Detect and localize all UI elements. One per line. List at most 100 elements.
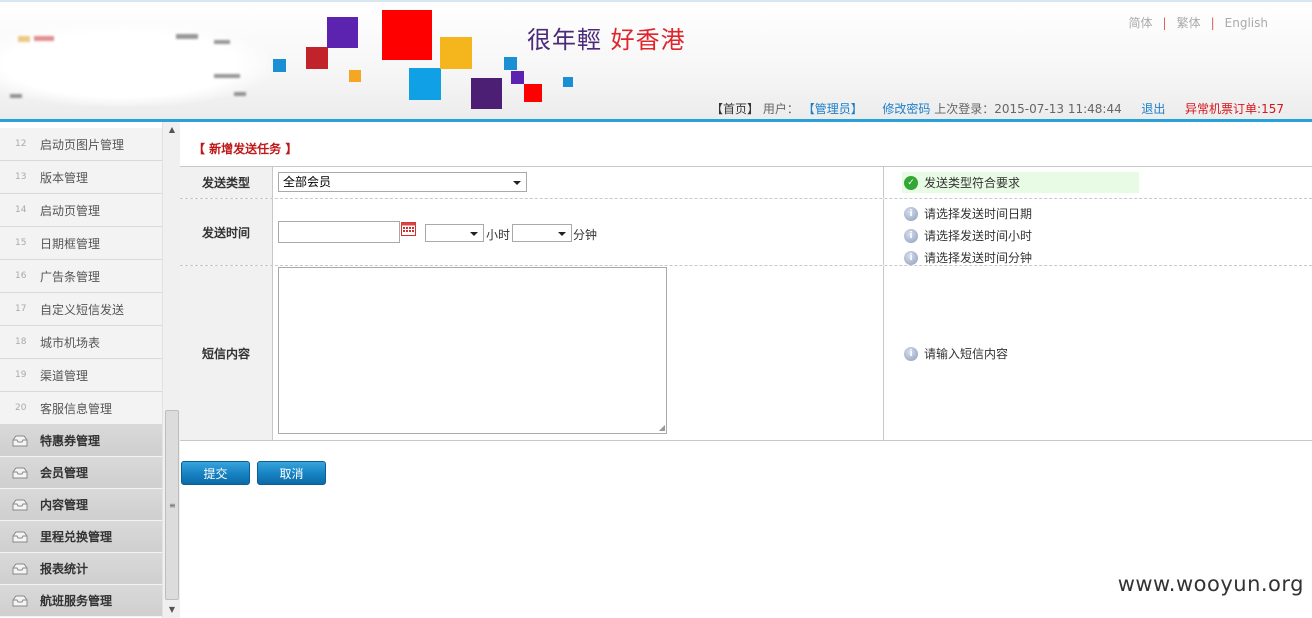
sms-content-row: 短信内容 ◢ i 请输入短信内容: [180, 265, 1312, 440]
sidebar-item-customer-service[interactable]: 20 客服信息管理: [0, 392, 162, 425]
send-time-row: 发送时间 小时 分钟 i 请选择发送时间日期 i 请选择发送时间小时 i 请选择…: [180, 198, 1312, 265]
check-icon: ✓: [904, 175, 918, 190]
sidebar-item-banner[interactable]: 16 广告条管理: [0, 260, 162, 293]
sidebar-item-startup-page[interactable]: 14 启动页管理: [0, 194, 162, 227]
logout-link[interactable]: 退出: [1141, 102, 1165, 116]
sidebar-item-label: 启动页图片管理: [40, 137, 125, 152]
submit-button[interactable]: 提交: [181, 461, 250, 485]
sidebar-scrollbar[interactable]: ▲ ≡ ▼: [162, 122, 180, 618]
page-title: 【 新增发送任务 】: [193, 142, 298, 156]
sidebar-section-mileage[interactable]: 里程兑换管理: [0, 521, 162, 553]
sidebar-item-label: 自定义短信发送: [40, 302, 125, 317]
send-time-input-cell: 小时 分钟: [273, 199, 884, 265]
form-buttons: 提交 取消: [181, 461, 326, 485]
sms-content-textarea[interactable]: ◢: [278, 267, 667, 434]
sidebar-section-label: 特惠券管理: [40, 434, 101, 448]
sidebar-item-date-box[interactable]: 15 日期框管理: [0, 227, 162, 260]
change-password-link[interactable]: 修改密码: [882, 102, 930, 116]
send-minute-hint: i 请选择发送时间分钟: [904, 249, 1032, 266]
sms-content-hint: i 请输入短信内容: [904, 345, 1008, 362]
abnormal-orders-link[interactable]: 异常机票订单:157: [1185, 102, 1284, 116]
header: 很年輕 好香港 简体 | 繁体 | English 【首页】 用户： 【管理员】 修改密…: [0, 0, 1312, 122]
sms-content-input-cell: ◢: [273, 266, 884, 440]
sidebar-section-label: 报表统计: [40, 562, 89, 576]
send-hour-hint: i 请选择发送时间小时: [904, 227, 1032, 244]
chevron-down-icon: [513, 181, 521, 185]
item-number: 14: [15, 205, 27, 215]
sidebar-section-label: 内容管理: [40, 498, 89, 512]
lang-simplified[interactable]: 简体: [1129, 16, 1153, 30]
hour-unit-label: 小时: [486, 228, 511, 242]
chevron-down-icon: [470, 232, 478, 236]
user-bar: 【首页】 用户： 【管理员】 修改密码 上次登录：2015-07-13 11:4…: [711, 100, 1284, 117]
language-switcher: 简体 | 繁体 | English: [1125, 14, 1272, 31]
sidebar-item-label: 渠道管理: [40, 368, 89, 383]
send-time-hint-cell: i 请选择发送时间日期 i 请选择发送时间小时 i 请选择发送时间分钟: [884, 199, 1312, 265]
sms-content-hint-cell: i 请输入短信内容: [884, 266, 1312, 440]
send-hour-hint-text: 请选择发送时间小时: [924, 229, 1033, 243]
sidebar-list: 12 启动页图片管理 13 版本管理 14 启动页管理 15 日期框管理 16 广告条管理…: [0, 128, 162, 617]
sidebar-item-label: 日期框管理: [40, 236, 101, 251]
send-type-row: 发送类型 全部会员 ✓ 发送类型符合要求: [180, 167, 1312, 198]
sidebar-item-label: 客服信息管理: [40, 401, 113, 416]
watermark: www.wooyun.org: [1117, 572, 1304, 596]
send-hour-select[interactable]: [425, 224, 484, 242]
last-login-time: 2015-07-13 11:48:44: [994, 102, 1122, 116]
tray-icon: [0, 531, 40, 543]
info-icon: i: [904, 206, 918, 221]
lang-traditional[interactable]: 繁体: [1177, 16, 1201, 30]
home-link[interactable]: 【首页】: [711, 102, 759, 116]
sidebar: 12 启动页图片管理 13 版本管理 14 启动页管理 15 日期框管理 16 广告条管理…: [0, 122, 180, 618]
send-time-label: 发送时间: [180, 199, 273, 265]
sidebar-item-custom-sms[interactable]: 17 自定义短信发送: [0, 293, 162, 326]
user-role-link[interactable]: 【管理员】: [803, 102, 863, 116]
sidebar-section-reports[interactable]: 报表统计: [0, 553, 162, 585]
calendar-icon[interactable]: [401, 221, 416, 239]
cancel-button[interactable]: 取消: [257, 461, 326, 485]
send-date-hint: i 请选择发送时间日期: [904, 205, 1032, 222]
sidebar-item-startup-image[interactable]: 12 启动页图片管理: [0, 128, 162, 161]
sidebar-section-members[interactable]: 会员管理: [0, 457, 162, 489]
info-icon: i: [904, 250, 918, 265]
tray-icon: [0, 595, 40, 607]
sidebar-item-label: 城市机场表: [40, 335, 101, 350]
grip-icon: ≡: [169, 501, 176, 510]
send-minute-select[interactable]: [512, 224, 572, 242]
sidebar-item-channel[interactable]: 19 渠道管理: [0, 359, 162, 392]
lang-english[interactable]: English: [1225, 16, 1268, 30]
separator: |: [1210, 16, 1215, 30]
resize-handle-icon[interactable]: ◢: [659, 423, 665, 432]
item-number: 16: [15, 271, 27, 281]
scroll-down-arrow-icon[interactable]: ▼: [163, 602, 181, 618]
tray-icon: [0, 499, 40, 511]
info-icon: i: [904, 228, 918, 243]
sidebar-section-label: 里程兑换管理: [40, 530, 113, 544]
send-type-hint-cell: ✓ 发送类型符合要求: [884, 167, 1312, 198]
item-number: 20: [15, 403, 27, 413]
send-type-input-cell: 全部会员: [273, 167, 884, 198]
logo: [0, 24, 270, 106]
sidebar-section-label: 会员管理: [40, 466, 89, 480]
minute-unit-label: 分钟: [573, 228, 598, 242]
send-date-hint-text: 请选择发送时间日期: [924, 207, 1033, 221]
send-task-form: 发送类型 全部会员 ✓ 发送类型符合要求 发送时间 小时 分钟 i 请选择发送时…: [180, 166, 1312, 441]
sidebar-section-coupons[interactable]: 特惠券管理: [0, 425, 162, 457]
send-type-select[interactable]: 全部会员: [278, 172, 527, 192]
sidebar-item-version[interactable]: 13 版本管理: [0, 161, 162, 194]
sidebar-section-content[interactable]: 内容管理: [0, 489, 162, 521]
separator: |: [1162, 16, 1167, 30]
scroll-up-arrow-icon[interactable]: ▲: [163, 122, 181, 138]
sidebar-section-flight-service[interactable]: 航班服务管理: [0, 585, 162, 617]
item-number: 17: [15, 304, 27, 314]
sms-content-hint-text: 请输入短信内容: [924, 347, 1009, 361]
tray-icon: [0, 467, 40, 479]
slogan: 很年輕 好香港: [527, 20, 686, 55]
item-number: 12: [15, 139, 27, 149]
chevron-down-icon: [558, 232, 566, 236]
info-icon: i: [904, 346, 918, 361]
sidebar-item-label: 广告条管理: [40, 269, 101, 284]
tray-icon: [0, 435, 40, 447]
scrollbar-thumb[interactable]: ≡: [165, 410, 179, 600]
sidebar-item-city-airport[interactable]: 18 城市机场表: [0, 326, 162, 359]
send-date-input[interactable]: [278, 221, 400, 243]
